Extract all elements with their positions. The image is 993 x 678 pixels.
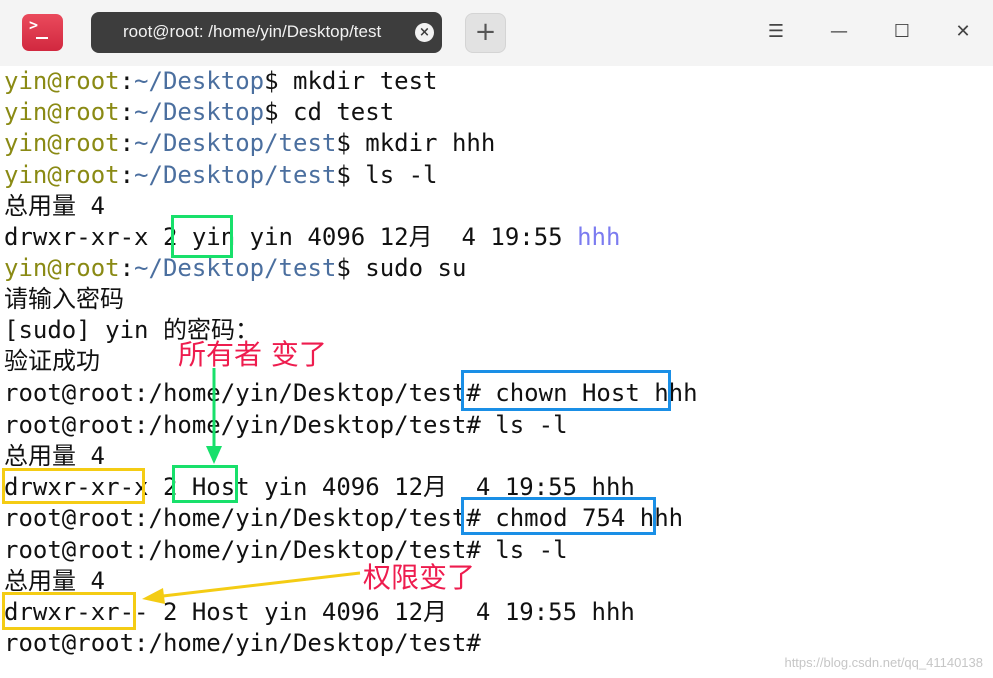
terminal-line: root@root:/home/yin/Desktop/test# — [4, 629, 481, 657]
terminal-line: yin@root:~/Desktop$ mkdir test — [4, 67, 438, 95]
permission-highlight-box — [2, 468, 145, 504]
terminal-line: yin@root:~/Desktop/test$ sudo su — [4, 254, 467, 282]
terminal-line: yin@root:~/Desktop/test$ mkdir hhh — [4, 129, 496, 157]
directory-name: hhh — [577, 223, 621, 251]
tab-title: root@root: /home/yin/Desktop/test — [123, 22, 382, 41]
new-tab-button[interactable]: + — [465, 13, 506, 53]
command-highlight-box — [461, 370, 671, 411]
terminal-line: yin@root:~/Desktop$ cd test — [4, 98, 395, 126]
owner-changed-note: 所有者 变了 — [178, 338, 327, 371]
terminal-line: 验证成功 — [4, 347, 100, 375]
permission-highlight-box — [2, 592, 136, 630]
terminal-app-icon[interactable]: > — [22, 14, 63, 51]
prompt-glyph: > — [29, 16, 39, 34]
menu-icon[interactable]: ☰ — [764, 20, 788, 44]
terminal-line: drwxr-xr-x 2 yin yin 4096 12月 4 19:55 hh… — [4, 223, 621, 251]
title-bar: > root@root: /home/yin/Desktop/test × + … — [0, 0, 993, 67]
owner-highlight-box — [171, 215, 233, 258]
owner-highlight-box — [172, 465, 238, 503]
terminal-line: root@root:/home/yin/Desktop/test# ls -l — [4, 536, 568, 564]
tab-terminal[interactable]: root@root: /home/yin/Desktop/test × — [91, 12, 442, 53]
maximize-button[interactable]: ☐ — [890, 20, 914, 44]
minimize-button[interactable]: — — [827, 20, 851, 44]
close-tab-icon[interactable]: × — [415, 23, 434, 42]
terminal-line: 总用量 4 — [4, 192, 105, 220]
terminal-line: root@root:/home/yin/Desktop/test# ls -l — [4, 411, 568, 439]
terminal-line: yin@root:~/Desktop/test$ ls -l — [4, 161, 438, 189]
terminal-line: 请输入密码 — [4, 285, 124, 313]
watermark: https://blog.csdn.net/qq_41140138 — [784, 655, 983, 670]
permission-changed-note: 权限变了 — [363, 561, 476, 594]
command-highlight-box — [461, 497, 656, 535]
close-window-button[interactable]: ✕ — [951, 20, 975, 44]
